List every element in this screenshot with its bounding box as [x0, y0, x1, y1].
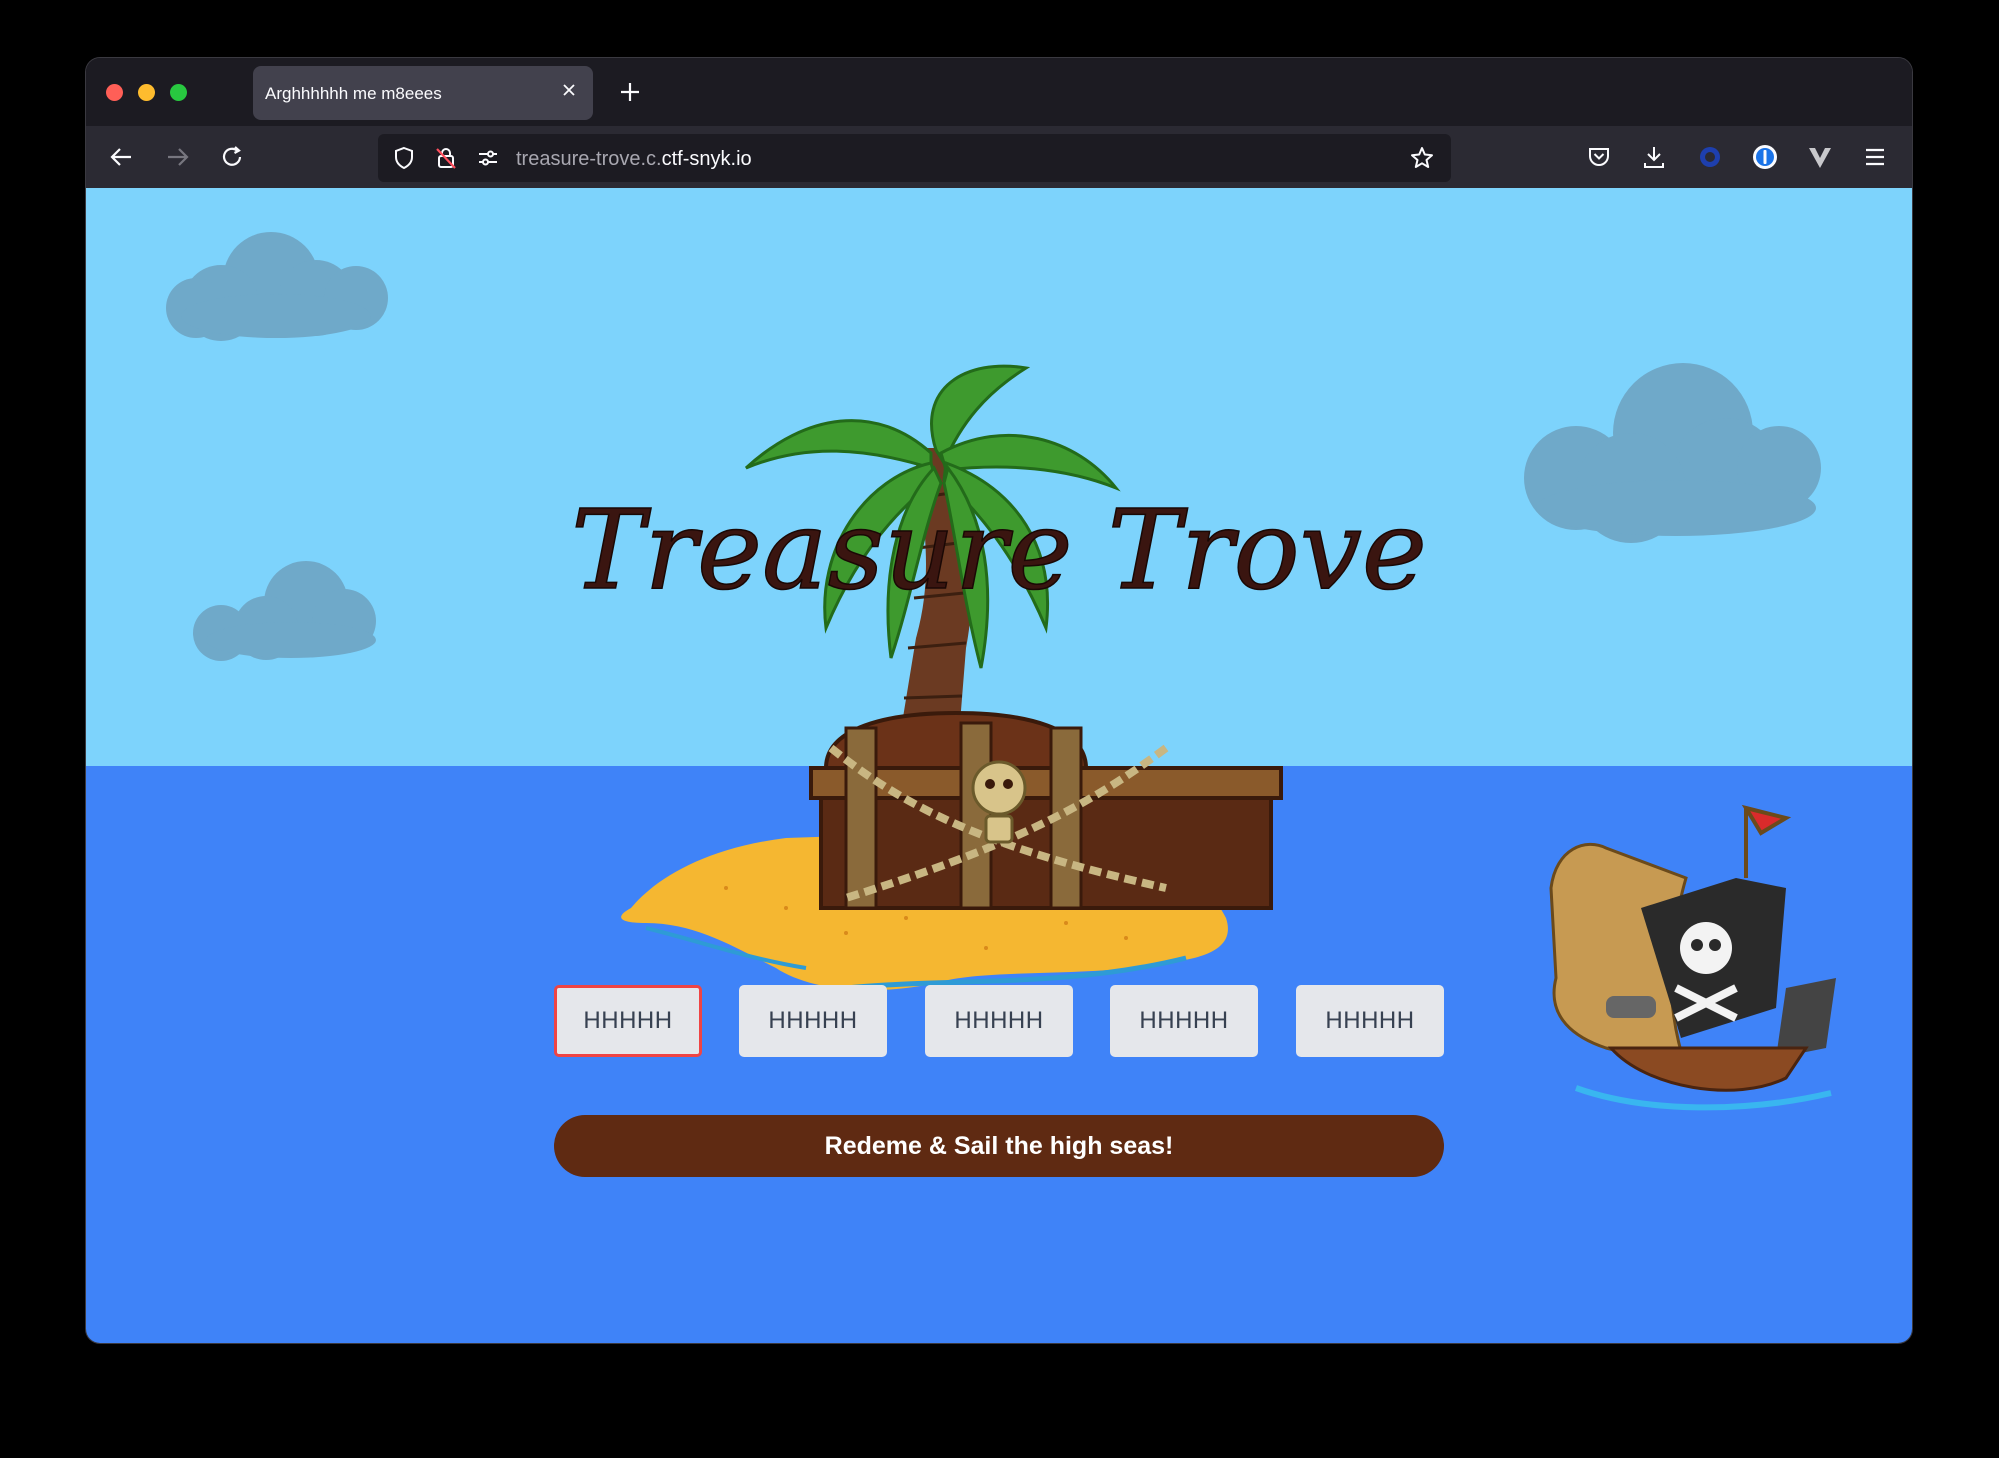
url-host-prefix: treasure-trove.c. — [516, 148, 662, 170]
tab-active[interactable]: Arghhhhhh me m8eees — [253, 66, 593, 120]
address-bar[interactable]: treasure-trove.c.ctf-snyk.io — [378, 134, 1451, 182]
extension-v-icon[interactable] — [1802, 139, 1838, 175]
cloud-icon — [193, 561, 376, 661]
maximize-window-button[interactable] — [170, 84, 187, 101]
close-icon[interactable] — [557, 78, 581, 102]
pirate-ship-icon — [1549, 804, 1836, 1111]
page-content: Treasure Trove Redeme & Sail the high se… — [86, 188, 1912, 1343]
permissions-icon[interactable] — [474, 144, 502, 172]
tab-title: Arghhhhhh me m8eees — [265, 84, 442, 103]
password-manager-icon[interactable] — [1747, 139, 1783, 175]
url-host-domain: ctf-snyk.io — [661, 148, 752, 170]
code-input-4[interactable] — [1110, 985, 1258, 1057]
code-input-2[interactable] — [739, 985, 887, 1057]
forward-arrow-icon[interactable] — [159, 139, 195, 175]
tab-strip: Arghhhhhh me m8eees — [86, 58, 1912, 126]
logo-text: Treasure Trove — [571, 486, 1427, 614]
shield-icon[interactable] — [390, 144, 418, 172]
redeem-button[interactable]: Redeme & Sail the high seas! — [554, 1115, 1444, 1177]
url-text[interactable]: treasure-trove.c.ctf-snyk.io — [516, 148, 752, 171]
treasure-chest-icon — [809, 710, 1283, 910]
pocket-icon[interactable] — [1581, 139, 1617, 175]
code-input-3[interactable] — [925, 985, 1073, 1057]
code-inputs — [554, 985, 1444, 1057]
extension-icon[interactable] — [1692, 139, 1728, 175]
download-icon[interactable] — [1636, 139, 1672, 175]
cloud-icon — [166, 232, 388, 341]
browser-window: Arghhhhhh me m8eees treasure-trove.c.ctf… — [86, 58, 1912, 1343]
code-input-1[interactable] — [554, 985, 702, 1057]
menu-icon[interactable] — [1857, 139, 1893, 175]
bookmark-star-icon[interactable] — [1408, 144, 1436, 172]
code-input-5[interactable] — [1296, 985, 1444, 1057]
cloud-icon — [1524, 363, 1821, 543]
lock-slash-icon[interactable] — [432, 144, 460, 172]
back-arrow-icon[interactable] — [104, 139, 140, 175]
minimize-window-button[interactable] — [138, 84, 155, 101]
reload-icon[interactable] — [214, 139, 250, 175]
navigation-toolbar: treasure-trove.c.ctf-snyk.io — [86, 126, 1912, 188]
close-window-button[interactable] — [106, 84, 123, 101]
plus-icon[interactable] — [612, 74, 648, 110]
